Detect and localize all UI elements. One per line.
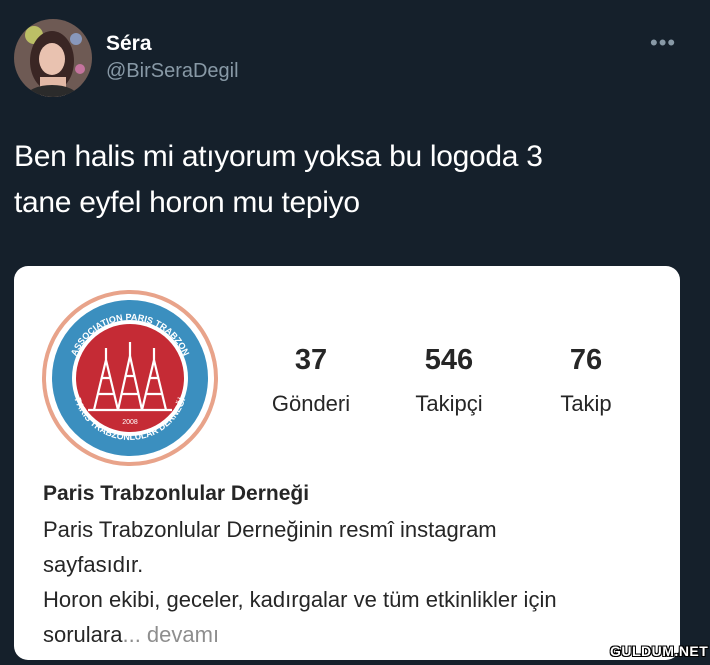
- tweet: Séra @BirSeraDegil ••• Ben halis mi atıy…: [0, 0, 710, 665]
- stat-following[interactable]: 76 Takip: [526, 344, 646, 417]
- embedded-image[interactable]: ASSOCIATION PARIS TRABZON PARIS TRABZONL…: [14, 266, 680, 660]
- tweet-text-line: Ben halis mi atıyorum yoksa bu logoda 3: [14, 140, 543, 173]
- tweet-text: Ben halis mi atıyorum yoksa bu logoda 3 …: [14, 134, 664, 226]
- bio-line: Horon ekibi, geceler, kadırgalar ve tüm …: [43, 587, 557, 612]
- bio-line: sorulara... devamı: [43, 617, 653, 652]
- bio-line: Paris Trabzonlular Derneğinin resmî inst…: [43, 517, 497, 542]
- stat-value: 37: [294, 344, 328, 376]
- stat-posts[interactable]: 37 Gönderi: [251, 344, 371, 417]
- bio-line: sayfasıdır.: [43, 552, 144, 577]
- stat-label: Gönderi: [271, 391, 351, 416]
- stat-value: 546: [424, 344, 474, 376]
- watermark: GULDUM.NET: [610, 643, 709, 659]
- author-name[interactable]: Séra: [106, 32, 152, 56]
- avatar[interactable]: [14, 19, 92, 97]
- stat-value: 76: [569, 344, 603, 376]
- svg-text:2008: 2008: [122, 419, 138, 426]
- stat-followers[interactable]: 546 Takipçi: [389, 344, 509, 417]
- stat-label: Takipçi: [415, 391, 483, 416]
- association-logo: ASSOCIATION PARIS TRABZON PARIS TRABZONL…: [42, 290, 218, 466]
- profile-name: Paris Trabzonlular Derneği: [43, 482, 310, 505]
- stat-label: Takip: [560, 391, 612, 416]
- more-horizontal-icon[interactable]: •••: [650, 30, 676, 56]
- author-handle[interactable]: @BirSeraDegil: [106, 60, 239, 83]
- profile-bio: Paris Trabzonlular Derneğinin resmî inst…: [43, 512, 653, 652]
- bio-last-text: sorulara: [43, 622, 123, 647]
- see-more-link[interactable]: ... devamı: [122, 622, 219, 647]
- tweet-text-line: tane eyfel horon mu tepiyo: [14, 186, 360, 219]
